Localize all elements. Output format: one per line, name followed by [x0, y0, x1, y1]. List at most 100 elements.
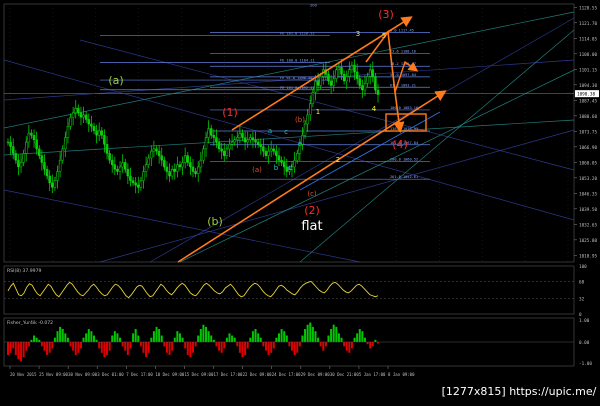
candle-body: [129, 175, 132, 181]
candle-body: [170, 168, 174, 177]
fisher-bar: [350, 342, 353, 349]
fisher-bar: [337, 333, 340, 342]
corrective-label-b: (b): [295, 116, 305, 124]
fisher-bar: [298, 342, 301, 347]
fisher-bar: [353, 337, 356, 342]
candle-body: [363, 82, 367, 91]
corrective-label-c: (c): [307, 190, 317, 198]
candle-body: [110, 159, 114, 165]
candle-body: [69, 116, 72, 127]
candle-body: [32, 135, 36, 141]
fisher-bar: [244, 342, 247, 355]
rsi-tick-label: 68: [579, 279, 585, 285]
fisher-bar: [17, 342, 20, 360]
fisher-bar: [7, 342, 9, 355]
time-tick-label: 17 Dec 17:00: [214, 372, 243, 377]
candle-body: [267, 150, 270, 156]
fisher-bar: [9, 342, 12, 353]
fisher-bar: [25, 342, 28, 351]
candle-body: [64, 137, 67, 150]
price-tick-label: 1046.35: [579, 191, 598, 197]
fisher-bar: [74, 342, 77, 355]
fisher-bar: [210, 335, 213, 342]
fisher-tick-label: 0.00: [579, 340, 590, 346]
fisher-bar: [374, 339, 377, 342]
time-tick-label: 7 Dec 17:00: [126, 372, 153, 377]
fisher-bar: [59, 326, 62, 342]
fisher-bar: [137, 335, 140, 342]
candle-body: [209, 128, 213, 136]
time-tick-label: 8 Jan 09:00: [388, 372, 415, 377]
fisher-bar: [176, 331, 179, 342]
fisher-bar: [82, 337, 85, 342]
fisher-bar: [262, 342, 265, 347]
price-tick-label: 1094.30: [579, 83, 598, 89]
fisher-bar: [233, 337, 236, 342]
candle-body: [275, 150, 278, 156]
price-tick-label: 1053.20: [579, 176, 598, 182]
fisher-bar: [139, 342, 142, 347]
fisher-bar: [33, 335, 36, 342]
fisher-bar: [293, 342, 296, 355]
fisher-bar: [30, 339, 33, 342]
fisher-bar: [283, 331, 286, 342]
fisher-bar: [155, 326, 158, 342]
fib-level-label: 38.2 1102.47: [390, 62, 416, 66]
fisher-bar: [152, 331, 155, 342]
candle-body: [66, 125, 70, 138]
candle-body: [282, 162, 286, 168]
candle-body: [374, 76, 377, 91]
fisher-bar: [356, 333, 359, 342]
price-tick-label: 1025.80: [579, 238, 598, 244]
fisher-bar: [181, 337, 184, 342]
candle-body: [262, 146, 265, 152]
fisher-bar: [20, 342, 23, 362]
rsi-tick-label: 32: [579, 297, 585, 303]
candle-body: [144, 164, 148, 172]
candle-body: [355, 71, 359, 79]
fisher-bar: [280, 329, 283, 342]
fisher-bar: [90, 331, 93, 342]
price-tick-label: 1066.90: [579, 145, 598, 151]
fisher-bar: [246, 342, 249, 349]
fisher-bar: [95, 339, 98, 342]
candle-body: [306, 114, 309, 125]
fisher-bar: [309, 322, 312, 342]
fisher-bar: [314, 331, 317, 342]
fisher-bar: [270, 342, 273, 353]
fisher-bar: [145, 342, 148, 358]
fisher-bar: [61, 329, 64, 342]
candle-body: [157, 150, 161, 156]
fisher-bar: [126, 342, 129, 355]
fisher-bar: [231, 335, 234, 342]
corrective-label-a: (a): [252, 166, 262, 174]
candle-body: [165, 166, 169, 172]
candle-body: [53, 180, 57, 188]
fisher-bar: [324, 342, 327, 347]
fisher-bar: [205, 326, 208, 342]
fisher-bar: [212, 339, 215, 342]
fisher-bar: [158, 329, 161, 342]
wave-label-b: (b): [207, 215, 223, 228]
candle-body: [100, 130, 104, 136]
time-tick-label: 20 Nov 2015: [10, 372, 37, 377]
fisher-bar: [51, 342, 54, 349]
candle-body: [319, 76, 322, 86]
candle-body: [204, 137, 208, 150]
fisher-bar: [132, 333, 135, 342]
fisher-bar: [223, 342, 226, 349]
fisher-bar: [311, 326, 314, 342]
candle-body: [56, 171, 59, 181]
fisher-bar: [335, 326, 338, 342]
fisher-bar: [361, 331, 364, 342]
fisher-bar: [301, 335, 304, 342]
fib-level-label: FE 161.8 1116.12: [280, 31, 315, 35]
fisher-bar: [267, 342, 270, 355]
candle-body: [22, 153, 25, 163]
candle-body: [199, 159, 203, 168]
current-price-label: 1090.38: [577, 92, 596, 98]
fisher-bar: [66, 337, 69, 342]
fisher-bar: [12, 342, 15, 349]
time-tick-label: 15 Dec 09:00: [184, 372, 213, 377]
watermark-text: [1277x815] https://upic.me/: [438, 382, 600, 402]
